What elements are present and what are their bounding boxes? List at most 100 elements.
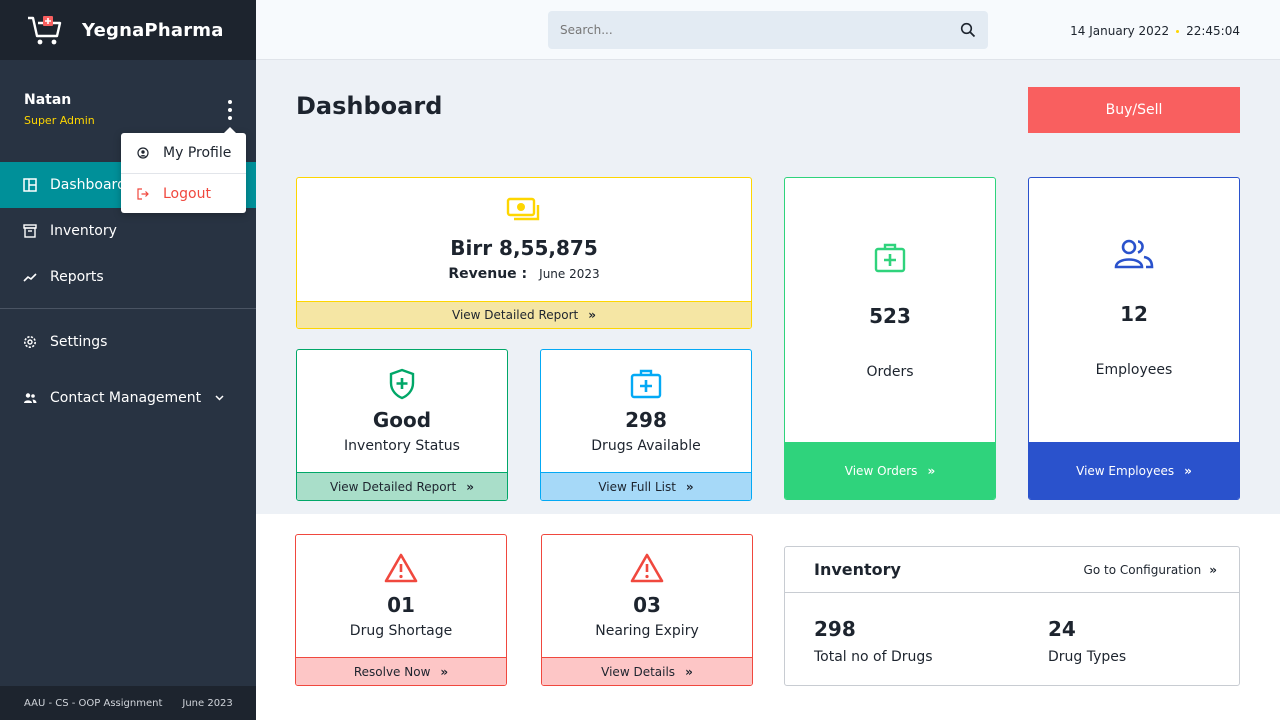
sidebar-item-label: Inventory (50, 223, 117, 239)
inventory-status-value: Good (372, 408, 432, 432)
double-chevron-right-icon: » (1209, 562, 1217, 577)
sidebar-item-label: Reports (50, 269, 104, 285)
sidebar-item-reports[interactable]: Reports (0, 254, 256, 300)
employees-card: 12 Employees View Employees » (1028, 177, 1240, 500)
link-label: Go to Configuration (1083, 562, 1202, 577)
go-to-configuration-link[interactable]: Go to Configuration » (1084, 563, 1217, 577)
menu-item-logout[interactable]: Logout (121, 173, 246, 213)
view-detailed-report-link[interactable]: View Detailed Report » (297, 301, 751, 328)
resolve-now-link[interactable]: Resolve Now » (296, 657, 506, 685)
medical-kit-icon (874, 243, 906, 273)
link-label: Resolve Now (353, 664, 431, 679)
box-icon (22, 223, 38, 239)
page-title: Dashboard (296, 92, 443, 120)
drug-types-value: 24 (1048, 617, 1076, 641)
revenue-card: Birr 8,55,875 Revenue : June 2023 View D… (296, 177, 752, 329)
medical-kit-icon (630, 369, 662, 399)
money-icon (506, 197, 540, 221)
sidebar-item-inventory[interactable]: Inventory (0, 208, 256, 254)
shield-plus-icon (389, 368, 415, 400)
gear-icon (22, 334, 38, 350)
view-orders-button[interactable]: View Orders » (785, 442, 995, 499)
orders-label: Orders (866, 364, 914, 380)
trend-icon (22, 269, 38, 285)
double-chevron-right-icon: » (440, 664, 449, 679)
menu-item-label: My Profile (163, 145, 232, 161)
nearing-expiry-value: 03 (633, 593, 661, 617)
search-input[interactable] (560, 23, 960, 37)
inventory-status-card: Good Inventory Status View Detailed Repo… (296, 349, 508, 501)
drug-types-stat: 24 Drug Types (1048, 617, 1126, 665)
double-chevron-right-icon: » (927, 464, 936, 478)
revenue-period: June 2023 (539, 267, 600, 281)
link-label: View Details (601, 664, 676, 679)
drugs-available-card: 298 Drugs Available View Full List » (540, 349, 752, 501)
drug-shortage-label: Drug Shortage (349, 623, 453, 639)
sidebar-item-label: Dashboard (50, 177, 126, 193)
orders-card: 523 Orders View Orders » (784, 177, 996, 500)
menu-item-label: Logout (163, 185, 211, 202)
sidebar-footer: AAU - CS - OOP Assignment June 2023 (0, 686, 256, 720)
top-header: 14 January 2022 22:45:04 (256, 0, 1280, 60)
view-employees-button[interactable]: View Employees » (1029, 442, 1239, 499)
revenue-label-row: Revenue : June 2023 (448, 266, 599, 282)
view-full-list-link[interactable]: View Full List » (541, 472, 751, 500)
employees-label: Employees (1095, 362, 1173, 378)
link-label: View Full List (598, 479, 676, 494)
search-icon[interactable] (960, 22, 976, 38)
user-role: Super Admin (24, 114, 95, 127)
user-info: Natan Super Admin (24, 92, 95, 127)
menu-item-my-profile[interactable]: My Profile (121, 133, 246, 173)
link-label: View Detailed Report (330, 479, 457, 494)
drug-types-label: Drug Types (1048, 649, 1127, 665)
users-icon (1114, 239, 1154, 269)
double-chevron-right-icon: » (466, 479, 474, 494)
brand-name: YegnaPharma (82, 19, 224, 41)
datetime: 14 January 2022 22:45:04 (1070, 24, 1240, 38)
inventory-status-label: Inventory Status (344, 438, 460, 454)
drug-shortage-value: 01 (387, 593, 415, 617)
total-drugs-value: 298 (814, 617, 856, 641)
sidebar-item-label: Settings (50, 334, 108, 350)
warning-icon (630, 553, 664, 583)
sidebar-item-settings[interactable]: Settings (0, 319, 256, 365)
inventory-panel: Inventory Go to Configuration » 298 Total… (784, 546, 1240, 686)
link-label: View Orders (844, 464, 918, 478)
drug-shortage-card: 01 Drug Shortage Resolve Now » (295, 534, 507, 686)
user-name: Natan (24, 92, 72, 108)
total-drugs-label: Total no of Drugs (814, 649, 933, 665)
link-label: View Detailed Report (452, 308, 579, 322)
sidebar-item-contact-management[interactable]: Contact Management (0, 375, 256, 421)
nearing-expiry-card: 03 Nearing Expiry View Details » (541, 534, 753, 686)
current-date: 14 January 2022 (1070, 24, 1170, 38)
current-time: 22:45:04 (1186, 24, 1240, 38)
buy-sell-button[interactable]: Buy/Sell (1028, 87, 1240, 133)
drugs-available-label: Drugs Available (591, 438, 701, 454)
revenue-label: Revenue : (448, 266, 528, 282)
chevron-down-icon (215, 393, 224, 404)
sidebar-item-label: Contact Management (50, 390, 202, 406)
users-icon (22, 390, 38, 406)
warning-icon (384, 553, 418, 583)
revenue-value: Birr 8,55,875 (450, 236, 598, 260)
search-bar (548, 11, 988, 49)
nearing-expiry-label: Nearing Expiry (595, 623, 699, 639)
total-drugs-stat: 298 Total no of Drugs (814, 617, 933, 665)
view-detailed-report-link[interactable]: View Detailed Report » (297, 472, 507, 500)
user-circle-icon (137, 147, 149, 159)
inventory-panel-title: Inventory (814, 560, 901, 579)
separator-dot (1176, 29, 1180, 33)
more-vertical-icon[interactable] (222, 98, 238, 122)
brand[interactable]: YegnaPharma (0, 0, 256, 60)
view-details-link[interactable]: View Details » (542, 657, 752, 685)
double-chevron-right-icon: » (1184, 464, 1192, 478)
logout-icon (137, 187, 149, 200)
double-chevron-right-icon: » (685, 479, 694, 494)
double-chevron-right-icon: » (685, 664, 693, 679)
link-label: View Employees (1076, 464, 1175, 478)
pharmacy-cart-icon (28, 16, 62, 45)
dashboard-icon (22, 177, 38, 193)
sidebar: YegnaPharma Natan Super Admin Dashboard … (0, 0, 256, 720)
footer-text: AAU - CS - OOP Assignment (24, 697, 163, 709)
profile-dropdown: My Profile Logout (121, 127, 246, 213)
